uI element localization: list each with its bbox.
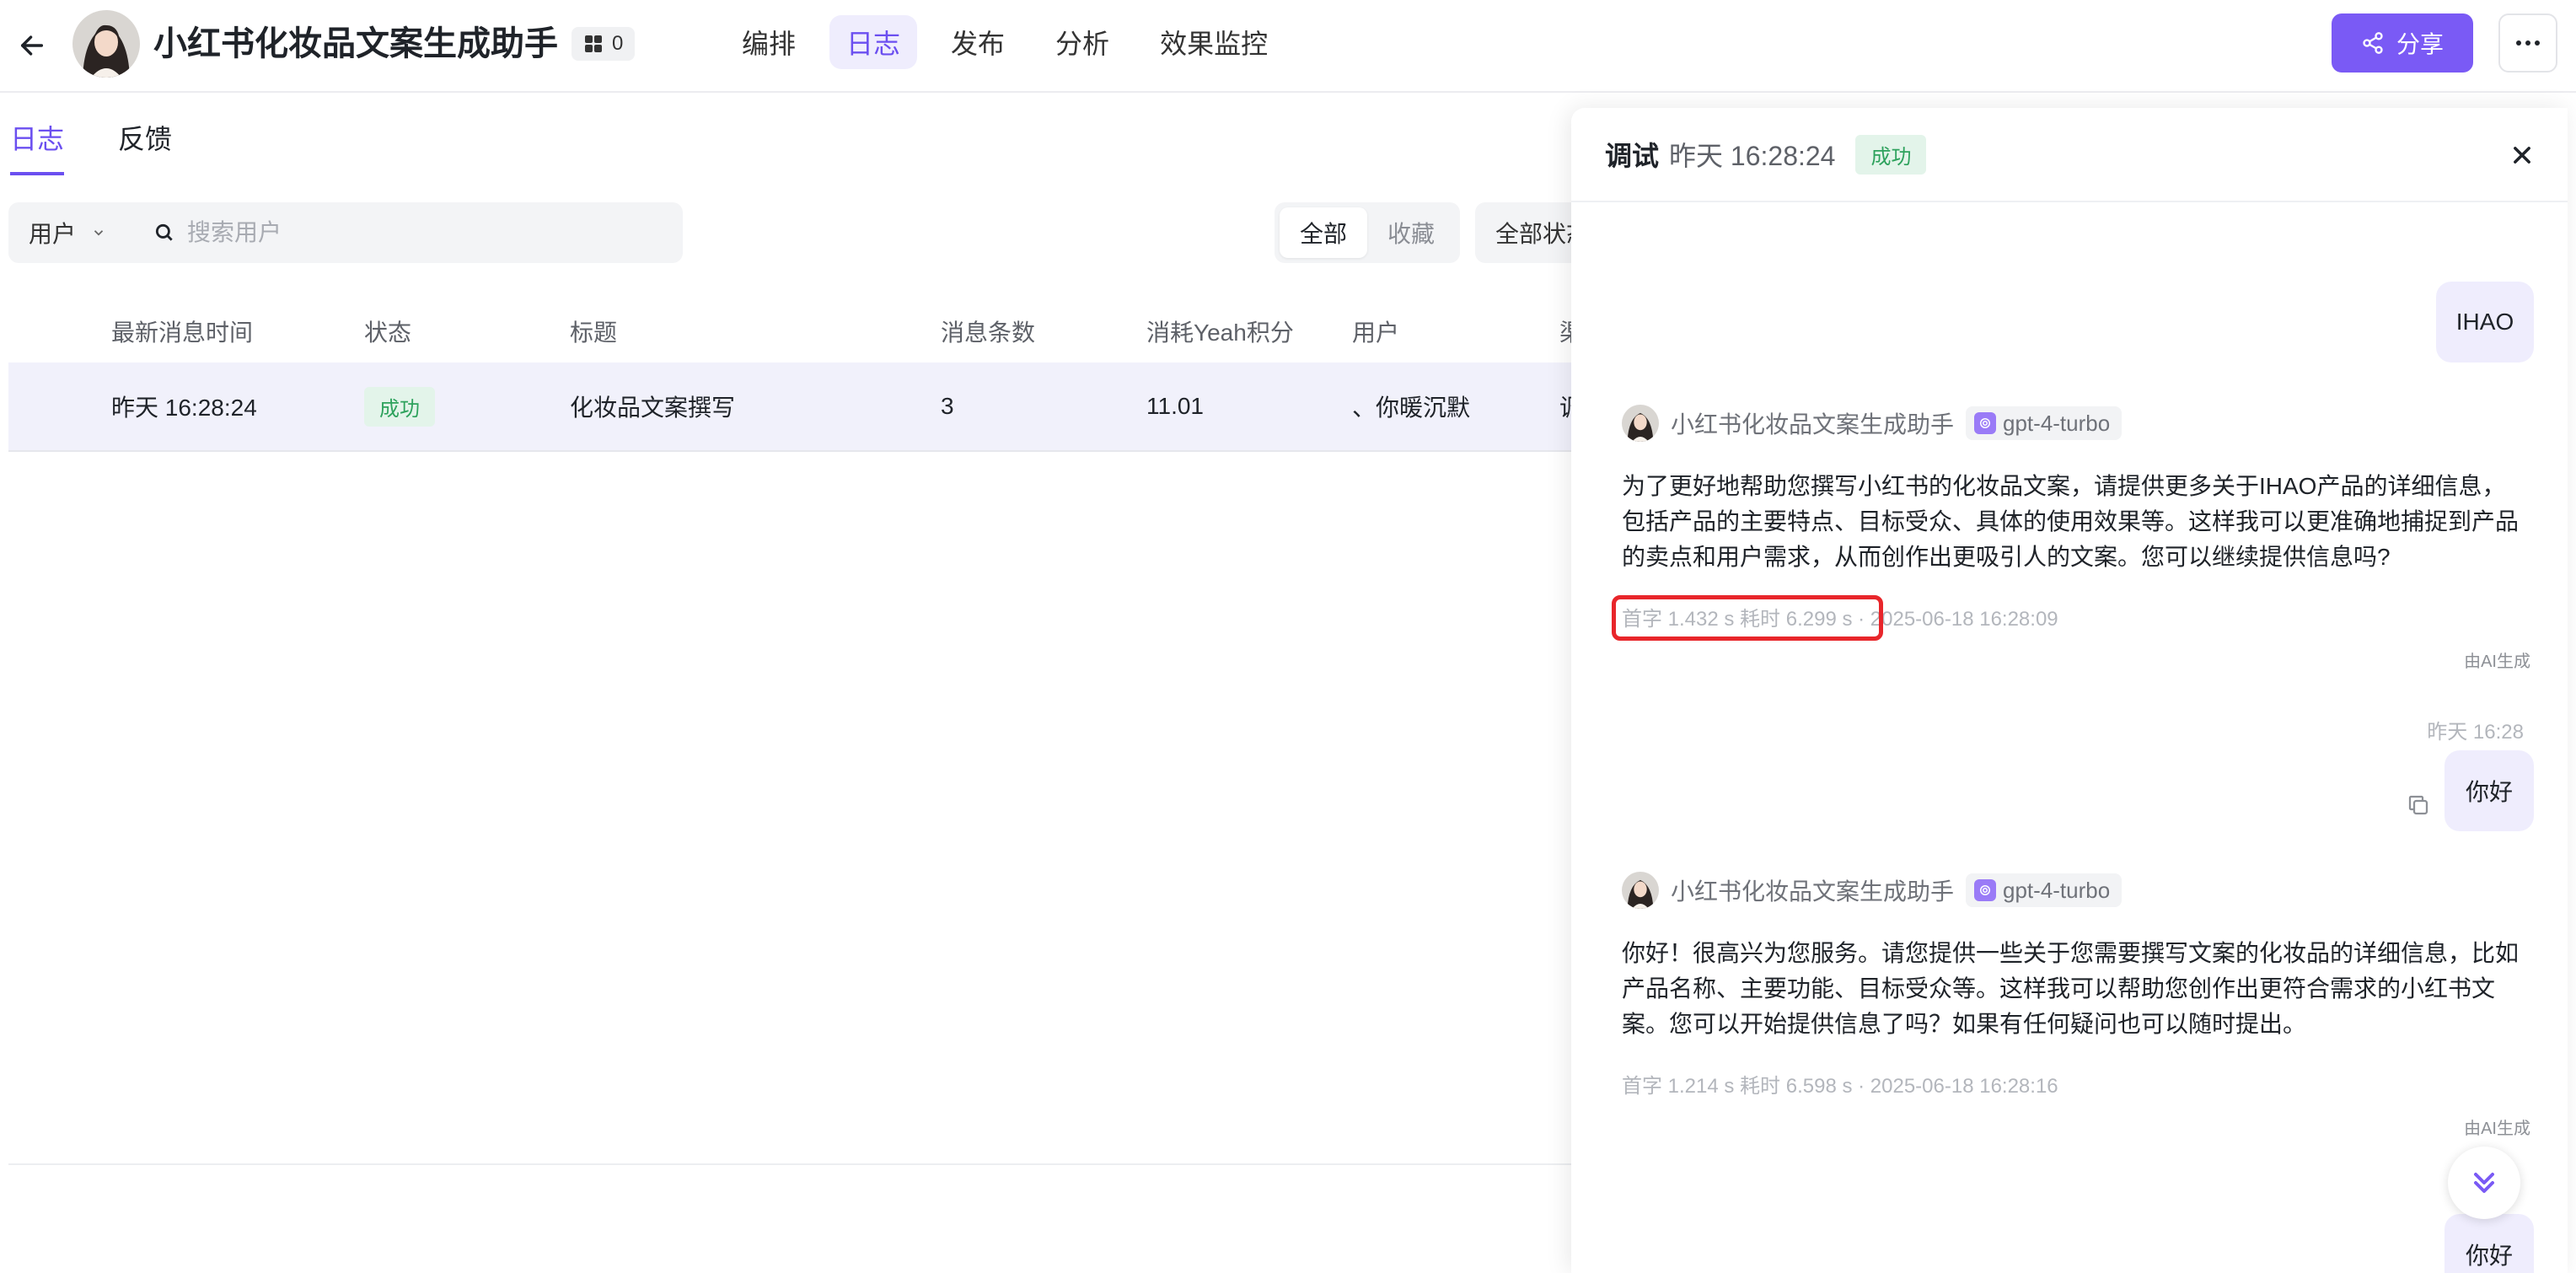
close-icon[interactable]	[2500, 133, 2544, 177]
search-input[interactable]	[187, 219, 659, 246]
subtab-feedback[interactable]: 反馈	[118, 118, 172, 175]
scroll-to-bottom-button[interactable]	[2448, 1147, 2520, 1219]
model-name: gpt-4-turbo	[2003, 877, 2111, 903]
count-value: 0	[612, 32, 624, 55]
nav-logs[interactable]: 日志	[829, 15, 918, 69]
row-user: 、你暖沉默	[1352, 395, 1471, 421]
share-button[interactable]: 分享	[2332, 13, 2473, 73]
nav-publish[interactable]: 发布	[934, 15, 1022, 69]
user-message-bubble: 你好	[2445, 750, 2534, 831]
bot-name: 小红书化妆品文案生成助手	[1671, 411, 1955, 438]
nav-analytics[interactable]: 分析	[1038, 15, 1126, 69]
row-time: 昨天 16:28:24	[111, 395, 257, 421]
double-chevron-down-icon	[2474, 1173, 2494, 1193]
top-bar: 小红书化妆品文案生成助手 0 编排 日志 发布 分析 效果监控 分享	[0, 0, 2576, 93]
panel-time: 昨天 16:28:24	[1669, 141, 1836, 171]
copy-icon[interactable]	[2406, 792, 2431, 818]
debug-detail-panel: 调试 昨天 16:28:24 成功 IHAO 小红书化妆品文案生成助手 gpt-…	[1571, 108, 2568, 1273]
chevron-down-icon	[94, 230, 104, 236]
bot-message-header: 小红书化妆品文案生成助手 gpt-4-turbo	[1622, 405, 2123, 442]
panel-status-badge: 成功	[1855, 134, 1927, 175]
table-header: 最新消息时间 状态 标题 消息条数 消耗Yeah积分 用户 渠道	[8, 300, 1607, 363]
app-count-badge[interactable]: 0	[572, 27, 636, 61]
response-timing-meta: 首字 1.214 s 耗时 6.598 s · 2025-06-18 16:28…	[1622, 1075, 2058, 1098]
table-row[interactable]: 昨天 16:28:24 成功 化妆品文案撰写 3 11.01 、你暖沉默 调试	[8, 363, 1607, 452]
main-nav: 编排 日志 发布 分析 效果监控	[725, 15, 1285, 69]
bot-avatar	[1622, 405, 1659, 442]
log-table: 最新消息时间 状态 标题 消息条数 消耗Yeah积分 用户 渠道 昨天 16:2…	[8, 300, 1607, 452]
ai-generated-label: 由AI生成	[2464, 653, 2530, 671]
user-search-filter: 用户	[8, 202, 683, 263]
segment-all[interactable]: 全部	[1280, 207, 1368, 258]
bot-message-text: 为了更好地帮助您撰写小红书的化妆品文案，请提供更多关于IHAO产品的详细信息， …	[1622, 469, 2568, 575]
user-type-select[interactable]: 用户	[8, 216, 135, 250]
col-latest-time: 最新消息时间	[111, 320, 254, 346]
bot-text-line: 案。您可以开始提供信息了吗？如果有任何疑问也可以随时提出。	[1622, 1011, 2307, 1037]
segment-favorites[interactable]: 收藏	[1367, 207, 1455, 258]
more-button[interactable]	[2498, 13, 2557, 73]
status-badge: 成功	[364, 386, 435, 427]
log-subtabs: 日志 反馈	[10, 118, 172, 175]
bot-message-header: 小红书化妆品文案生成助手 gpt-4-turbo	[1622, 872, 2123, 909]
model-tag: gpt-4-turbo	[1966, 406, 2123, 440]
bot-name: 小红书化妆品文案生成助手	[1671, 878, 1955, 905]
model-tag: gpt-4-turbo	[1966, 873, 2123, 907]
row-title: 化妆品文案撰写	[570, 395, 736, 421]
row-credits: 11.01	[1146, 393, 1204, 419]
bot-message-text: 你好！很高兴为您服务。请您提供一些关于您需要撰写文案的化妆品的详细信息，比如 产…	[1622, 936, 2568, 1042]
panel-title: 调试	[1605, 141, 1660, 171]
grid-icon	[585, 35, 602, 52]
highlight-annotation-box	[1612, 595, 1883, 641]
openai-icon	[1974, 412, 1997, 434]
user-message-bubble: IHAO	[2436, 282, 2534, 363]
bot-text-line: 你好！很高兴为您服务。请您提供一些关于您需要撰写文案的化妆品的详细信息，比如	[1622, 940, 2520, 966]
bot-avatar	[1622, 872, 1659, 909]
col-title: 标题	[570, 320, 618, 346]
app-title: 小红书化妆品文案生成助手	[153, 25, 558, 62]
openai-icon	[1974, 879, 1997, 901]
favorite-segment: 全部 收藏	[1275, 202, 1461, 263]
share-icon	[2363, 32, 2383, 54]
table-divider	[8, 1163, 1572, 1165]
more-dots-icon	[2516, 40, 2540, 46]
share-label: 分享	[2396, 31, 2444, 57]
message-timestamp: 昨天 16:28	[2427, 721, 2524, 744]
row-status: 成功	[364, 363, 435, 450]
bot-text-line: 产品名称、主要功能、目标受众等。这样我可以帮助您创作出更符合需求的小红书文	[1622, 975, 2496, 1002]
bot-text-line: 的卖点和用户需求，从而创作出更吸引人的文案。您可以继续提供信息吗?	[1622, 544, 2391, 570]
model-name: gpt-4-turbo	[2003, 410, 2111, 436]
nav-monitoring[interactable]: 效果监控	[1143, 15, 1285, 69]
row-messages: 3	[941, 393, 954, 419]
user-message-bubble: 你好	[2445, 1214, 2534, 1273]
user-select-label: 用户	[29, 221, 77, 247]
col-status: 状态	[364, 320, 412, 346]
bot-text-line: 包括产品的主要特点、目标受众、具体的使用效果等。这样我可以更准确地捕捉到产品	[1622, 508, 2520, 534]
search-icon	[155, 223, 173, 241]
panel-header: 调试 昨天 16:28:24 成功	[1571, 108, 2568, 202]
back-arrow-icon[interactable]	[10, 24, 54, 67]
ai-generated-label: 由AI生成	[2464, 1120, 2530, 1138]
col-message-count: 消息条数	[941, 320, 1036, 346]
bot-text-line: 为了更好地帮助您撰写小红书的化妆品文案，请提供更多关于IHAO产品的详细信息，	[1622, 473, 2506, 499]
subtab-logs[interactable]: 日志	[10, 118, 65, 175]
search-wrap	[135, 219, 683, 246]
nav-orchestrate[interactable]: 编排	[725, 15, 813, 69]
col-credits: 消耗Yeah积分	[1146, 320, 1294, 346]
app-avatar	[72, 10, 140, 78]
col-user: 用户	[1352, 320, 1400, 346]
